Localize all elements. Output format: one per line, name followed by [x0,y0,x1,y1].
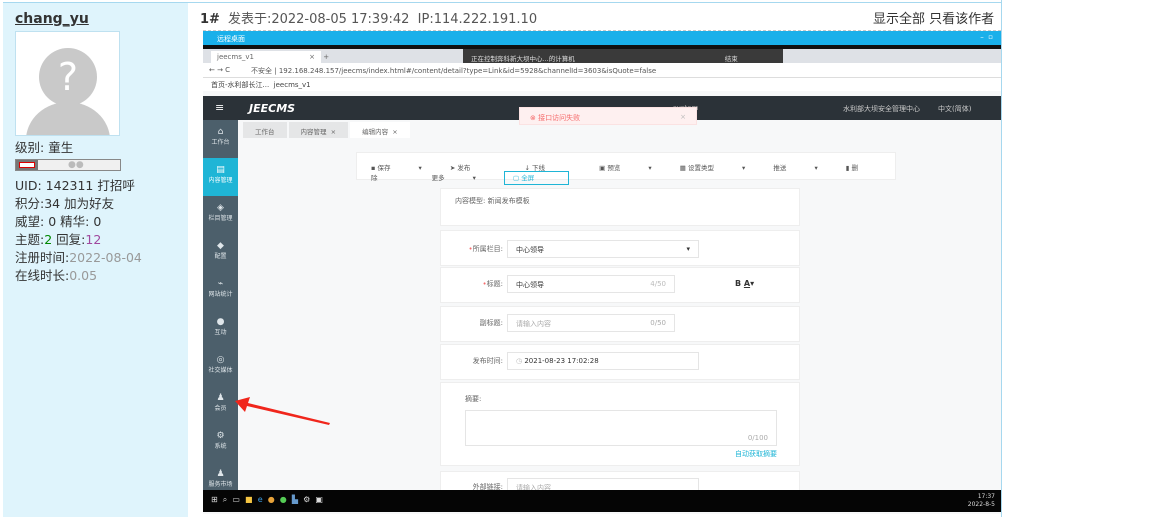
add-friend-link[interactable]: 加为好友 [64,196,114,211]
topics-link[interactable]: 2 [44,232,52,247]
default-avatar-icon: ? [26,48,110,135]
reg-value: 2022-08-04 [69,250,142,265]
prestige-value: 0 [48,214,57,229]
points-label: 积分: [15,196,45,211]
post-time: 发表于:2022-08-05 17:39:42 [227,12,410,27]
avatar[interactable]: ? [15,31,120,136]
floor-number[interactable]: 1# [200,12,220,27]
username-link[interactable]: chang_yu [15,11,188,27]
attached-screenshot[interactable]: 远程桌面 – ▫ jeecms_v1 × + 正在控制奔科新大坝中心...的计算机… [203,31,1001,514]
essence-label: 精华: [60,214,90,229]
points-value: 34 [44,196,61,211]
level-value: 童生 [48,140,74,155]
post-header: 1# 发表于:2022-08-05 17:39:42 IP:114.222.191… [200,8,537,27]
essence-value: 0 [93,214,102,229]
uid-value: 142311 [45,178,94,193]
uid-label: UID: [15,178,42,193]
reg-label: 注册时间: [15,250,70,265]
topics-label: 主题: [15,232,45,247]
post-ip: IP:114.222.191.10 [417,12,538,27]
level-label: 级别: [15,140,45,155]
online-value: 0.05 [69,268,98,283]
only-author-link[interactable]: 只看该作者 [929,12,994,27]
online-label: 在线时长: [15,268,70,283]
svg-text:?: ? [58,55,78,99]
right-border [1001,0,1002,517]
show-all-link[interactable]: 显示全部 [873,12,925,27]
level-progress-bar: ●● [15,159,121,171]
user-sidebar: chang_yu ? 级别: 童生 ●● UID: 142311 打招呼 积分:… [3,3,188,517]
level-star-icon: ●● [68,160,84,170]
replies-label: 回复: [56,232,86,247]
replies-link[interactable]: 12 [85,232,101,247]
prestige-label: 威望: [15,214,45,229]
greet-link[interactable]: 打招呼 [97,178,135,193]
red-arrow-annotation [235,397,330,425]
post-filter-links: 显示全部 只看该作者 [873,8,994,27]
